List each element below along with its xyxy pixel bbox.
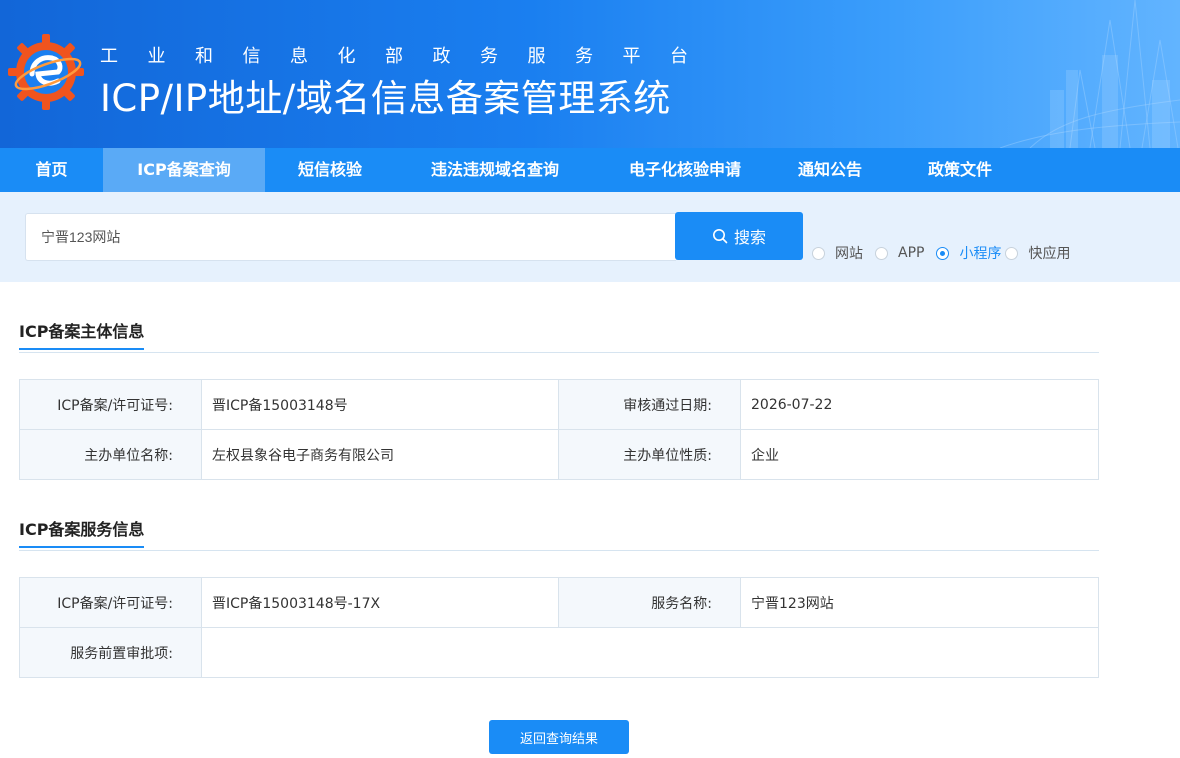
city-skyline-decoration [999,0,1180,148]
service-info-table: ICP备案/许可证号: 晋ICP备15003148号-17X 服务名称: 宁晋1… [19,577,1099,678]
radio-label: 快应用 [1028,246,1071,262]
search-button-label: 搜索 [733,230,766,247]
site-header: 工业和信息化部政务服务平台 ICP/IP地址/域名信息备案管理系统 [0,0,1180,148]
table-row: 服务前置审批项: [19,627,1099,678]
nav-electronic-verify[interactable]: 电子化核验申请 [595,148,775,192]
org-name-value: 左权县象谷电子商务有限公司 [201,429,559,480]
org-type-label: 主办单位性质: [558,429,741,480]
search-input[interactable] [25,213,676,261]
search-panel: 搜索 网站 APP 小程序 快应用 [0,192,1180,282]
radio-dot [875,246,888,260]
platform-subtitle: 工业和信息化部政务服务平台 [100,46,718,67]
search-type-radio-group: 网站 APP 小程序 快应用 [812,243,1080,263]
nav-notices[interactable]: 通知公告 [775,148,885,192]
service-name-label: 服务名称: [558,577,741,628]
radio-dot [936,246,950,260]
nav-policy-docs[interactable]: 政策文件 [885,148,1035,192]
nav-sms-verify[interactable]: 短信核验 [265,148,395,192]
radio-mini-program[interactable]: 小程序 [936,243,1001,263]
table-row: ICP备案/许可证号: 晋ICP备15003148号-17X 服务名称: 宁晋1… [19,577,1099,628]
approve-date-value: 2026-07-22 [740,379,1099,430]
pre-approval-label: 服务前置审批项: [19,627,202,678]
miit-logo-icon [8,34,84,110]
radio-quick-app[interactable]: 快应用 [1005,243,1070,263]
license-value: 晋ICP备15003148号 [201,379,559,430]
radio-label: APP [898,245,925,261]
pre-approval-value [201,627,1099,678]
table-row: ICP备案/许可证号: 晋ICP备15003148号 审核通过日期: 2026-… [19,379,1099,430]
nav-icp-query[interactable]: ICP备案查询 [103,148,265,192]
approve-date-label: 审核通过日期: [558,379,741,430]
license-label: ICP备案/许可证号: [19,379,202,430]
service-license-value: 晋ICP备15003148号-17X [201,577,559,628]
service-section-title: ICP备案服务信息 [19,516,145,548]
search-button[interactable]: 搜索 [675,212,803,260]
back-to-results-button[interactable]: 返回查询结果 [489,720,629,754]
section-divider [19,352,1099,353]
system-title: ICP/IP地址/域名信息备案管理系统 [100,77,671,120]
service-license-label: ICP备案/许可证号: [19,577,202,628]
subject-section-title: ICP备案主体信息 [19,318,145,350]
radio-dot [812,246,825,260]
radio-label: 小程序 [959,246,1002,262]
org-name-label: 主办单位名称: [19,429,202,480]
search-icon [712,229,728,244]
section-divider [19,550,1099,551]
service-name-value: 宁晋123网站 [740,577,1099,628]
radio-app[interactable]: APP [875,245,924,261]
nav-home[interactable]: 首页 [0,148,103,192]
org-type-value: 企业 [740,429,1099,480]
table-row: 主办单位名称: 左权县象谷电子商务有限公司 主办单位性质: 企业 [19,429,1099,480]
radio-website[interactable]: 网站 [812,243,863,263]
nav-illegal-domain-query[interactable]: 违法违规域名查询 [395,148,595,192]
radio-dot [1005,246,1019,260]
subject-info-table: ICP备案/许可证号: 晋ICP备15003148号 审核通过日期: 2026-… [19,379,1099,480]
radio-label: 网站 [835,246,863,262]
main-nav: 首页 ICP备案查询 短信核验 违法违规域名查询 电子化核验申请 通知公告 政策… [0,148,1180,192]
